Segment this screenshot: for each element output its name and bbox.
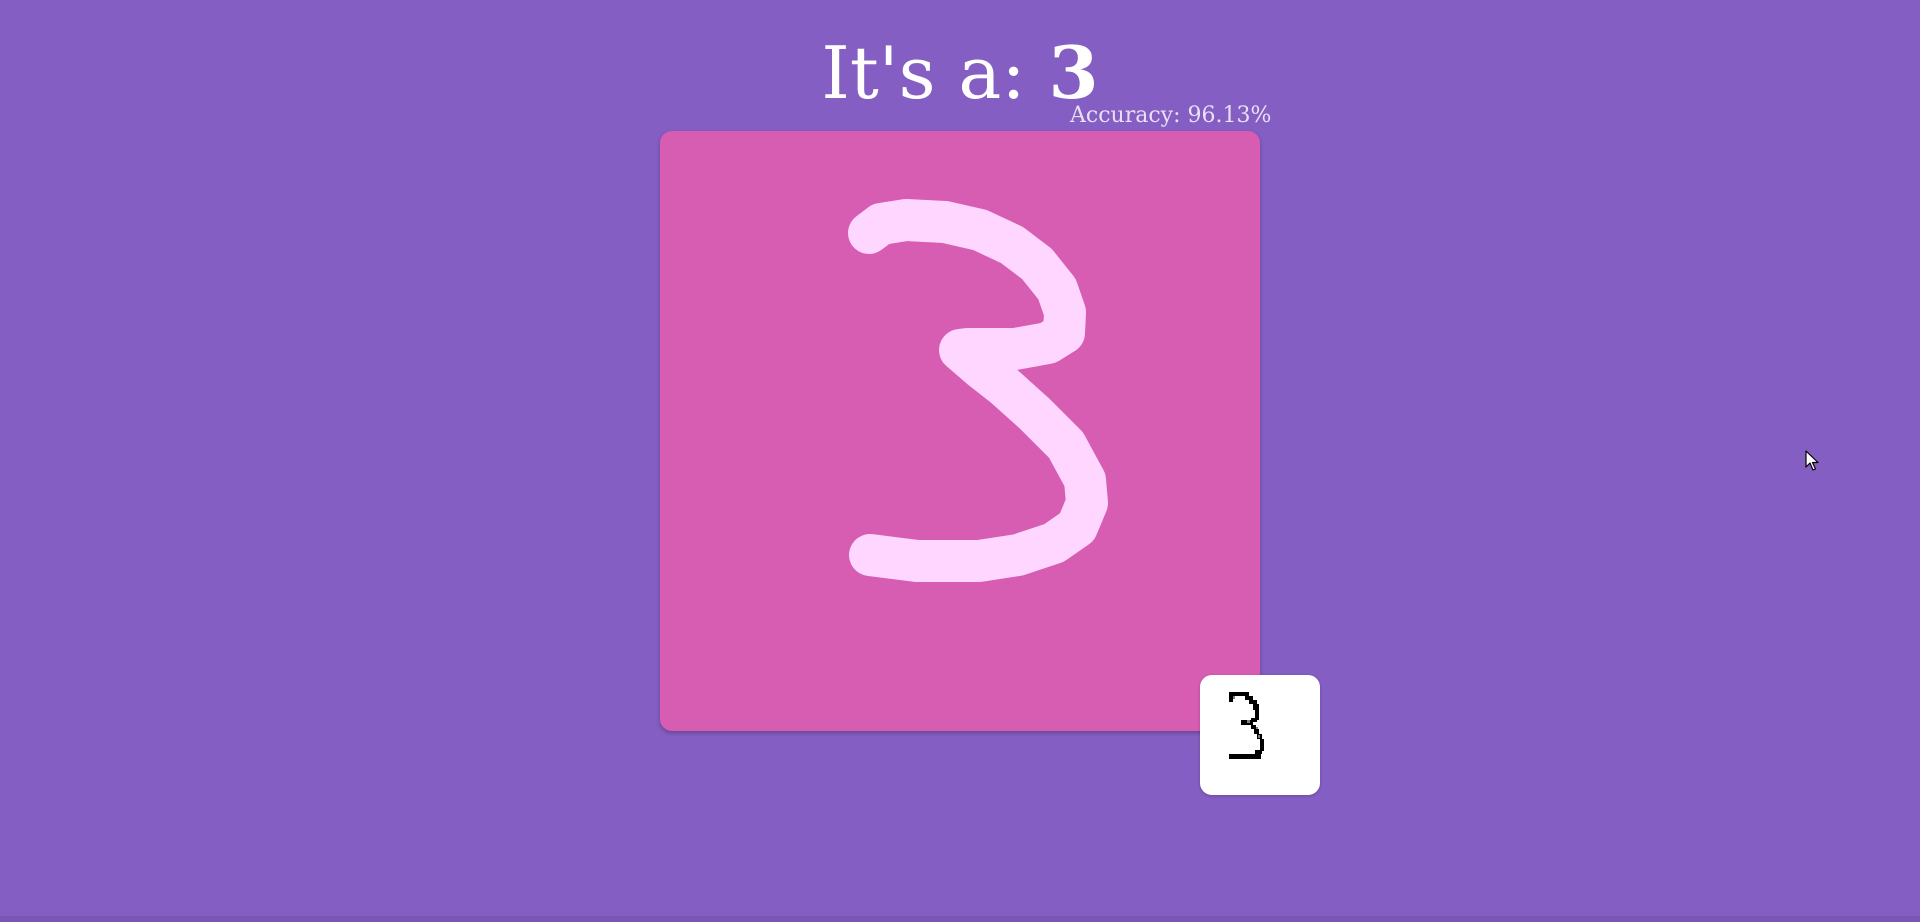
prediction-heading: It's a: 3: [0, 28, 1920, 118]
drawn-stroke: [848, 199, 1108, 582]
accuracy-label: Accuracy: 96.13%: [1070, 103, 1272, 128]
mouse-pointer-icon: [1805, 450, 1821, 472]
bottom-edge: [0, 916, 1920, 922]
preview-digit-image: [1229, 692, 1264, 759]
prediction-prefix: It's a:: [821, 31, 1049, 115]
drawing-canvas[interactable]: [660, 131, 1260, 731]
downscaled-preview: [1200, 675, 1320, 795]
